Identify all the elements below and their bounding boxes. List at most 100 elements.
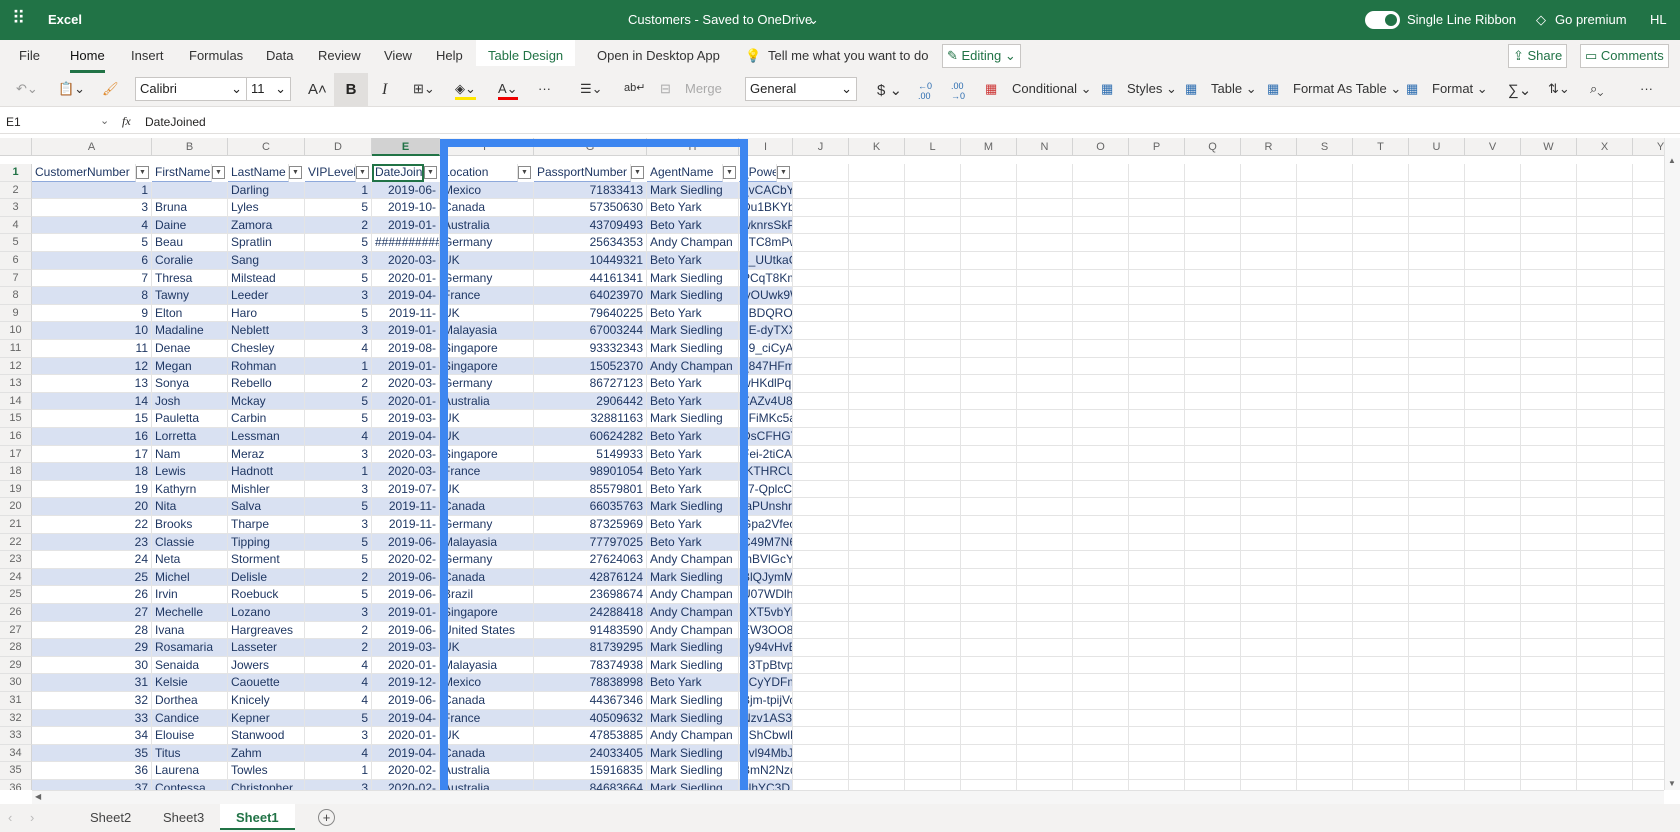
cell[interactable] [1073, 516, 1129, 534]
cell[interactable] [1409, 287, 1465, 305]
cell[interactable] [1465, 463, 1521, 481]
tab-table-design[interactable]: Table Design [476, 40, 576, 66]
cell[interactable] [1577, 216, 1633, 235]
table-cell[interactable]: Josh [152, 392, 228, 411]
column-header-b[interactable]: B [152, 138, 228, 156]
cell[interactable] [1521, 463, 1577, 481]
cell[interactable] [1297, 252, 1353, 270]
cell[interactable] [1409, 392, 1465, 411]
table-cell[interactable]: 3 [305, 780, 372, 790]
tab-review[interactable]: Review [318, 48, 361, 63]
table-cell[interactable]: 6 [32, 252, 152, 270]
cell[interactable] [1297, 340, 1353, 358]
table-cell[interactable]: s7-QplcCg [739, 480, 793, 499]
cell[interactable] [1185, 586, 1241, 604]
cell[interactable] [1185, 744, 1241, 763]
table-cell[interactable]: 27 [32, 604, 152, 622]
table-cell[interactable]: 93TpBtvpo [739, 656, 793, 675]
table-cell[interactable]: 2019-08- [372, 340, 440, 358]
cell[interactable] [1353, 586, 1409, 604]
table-cell[interactable]: wknrsSkPI [739, 216, 793, 235]
cell[interactable] [1297, 727, 1353, 745]
table-cell[interactable]: Chesley [228, 340, 305, 358]
cell[interactable] [849, 780, 905, 790]
table-cell[interactable]: Mark Siedling [647, 762, 739, 780]
cell[interactable] [1577, 340, 1633, 358]
cell[interactable] [1633, 604, 1664, 622]
cell[interactable] [1465, 410, 1521, 428]
table-cell[interactable]: Beto Yark [647, 375, 739, 393]
cell[interactable] [849, 604, 905, 622]
cell[interactable] [1633, 269, 1664, 288]
table-cell[interactable]: DsCFHGYrk [739, 428, 793, 446]
cell[interactable] [1185, 674, 1241, 692]
column-header-l[interactable]: L [905, 138, 961, 156]
cell[interactable] [1465, 709, 1521, 728]
cell[interactable] [1129, 199, 1185, 217]
table-cell[interactable]: 3 [305, 480, 372, 499]
cell[interactable] [1017, 252, 1073, 270]
cell[interactable] [1633, 287, 1664, 305]
cell[interactable] [961, 621, 1017, 640]
cell[interactable] [793, 304, 849, 323]
cell[interactable] [961, 727, 1017, 745]
table-cell[interactable]: 57350630 [534, 199, 647, 217]
cell[interactable] [793, 533, 849, 552]
cell[interactable] [1409, 586, 1465, 604]
table-cell[interactable]: Mark Siedling [647, 568, 739, 587]
cell[interactable] [1409, 762, 1465, 780]
table-cell[interactable]: Mark Siedling [647, 410, 739, 428]
cell[interactable] [1241, 533, 1297, 552]
cell[interactable] [1633, 252, 1664, 270]
cell[interactable] [1185, 340, 1241, 358]
table-header-cell[interactable]: CustomerNumber [32, 164, 136, 182]
row-header[interactable]: 35 [0, 762, 32, 780]
row-header[interactable]: 15 [0, 410, 32, 428]
row-header[interactable]: 30 [0, 674, 32, 692]
cell[interactable] [1465, 480, 1521, 499]
table-cell[interactable]: 29 [32, 639, 152, 657]
cell[interactable] [849, 164, 905, 182]
cell[interactable] [1073, 199, 1129, 217]
table-cell[interactable]: Tawny [152, 287, 228, 305]
single-line-ribbon-toggle[interactable] [1365, 11, 1400, 29]
cell[interactable] [905, 304, 961, 323]
cell[interactable] [1465, 357, 1521, 376]
cell[interactable] [793, 463, 849, 481]
table-cell[interactable]: Lyles [228, 199, 305, 217]
table-cell[interactable]: PCqT8KmEA [739, 269, 793, 288]
table-cell[interactable]: 5 [32, 234, 152, 252]
cell[interactable] [1241, 463, 1297, 481]
cell[interactable] [1521, 428, 1577, 446]
table-cell[interactable]: 34 [32, 727, 152, 745]
cell[interactable] [849, 692, 905, 710]
table-cell[interactable]: 2019-06- [372, 621, 440, 640]
table-cell[interactable]: Andy Champan [647, 551, 739, 569]
table-cell[interactable]: Sang [228, 252, 305, 270]
cell[interactable] [1633, 428, 1664, 446]
cell[interactable] [961, 199, 1017, 217]
column-header-c[interactable]: C [228, 138, 305, 156]
cell[interactable] [1241, 692, 1297, 710]
cell[interactable] [905, 692, 961, 710]
cell[interactable] [961, 287, 1017, 305]
table-cell[interactable]: Brazil [440, 586, 534, 604]
table-cell[interactable]: Beto Yark [647, 428, 739, 446]
cell[interactable] [1521, 727, 1577, 745]
table-cell[interactable]: Haro [228, 304, 305, 323]
cell[interactable] [1241, 252, 1297, 270]
cell[interactable] [1465, 392, 1521, 411]
table-cell[interactable]: 3 [32, 199, 152, 217]
table-cell[interactable]: Germany [440, 516, 534, 534]
column-header-o[interactable]: O [1073, 138, 1129, 156]
table-cell[interactable]: 2 [305, 375, 372, 393]
filter-dropdown-icon[interactable]: ▼ [424, 166, 437, 179]
table-cell[interactable]: 3 [305, 287, 372, 305]
table-cell[interactable]: 5 [305, 392, 372, 411]
cell[interactable] [1633, 551, 1664, 569]
table-cell[interactable]: Mechelle [152, 604, 228, 622]
table-cell[interactable]: nTC8mPw4Jg [739, 234, 793, 252]
cell[interactable] [1577, 604, 1633, 622]
cell[interactable] [793, 287, 849, 305]
more-options-icon[interactable]: ··· [1640, 81, 1653, 96]
